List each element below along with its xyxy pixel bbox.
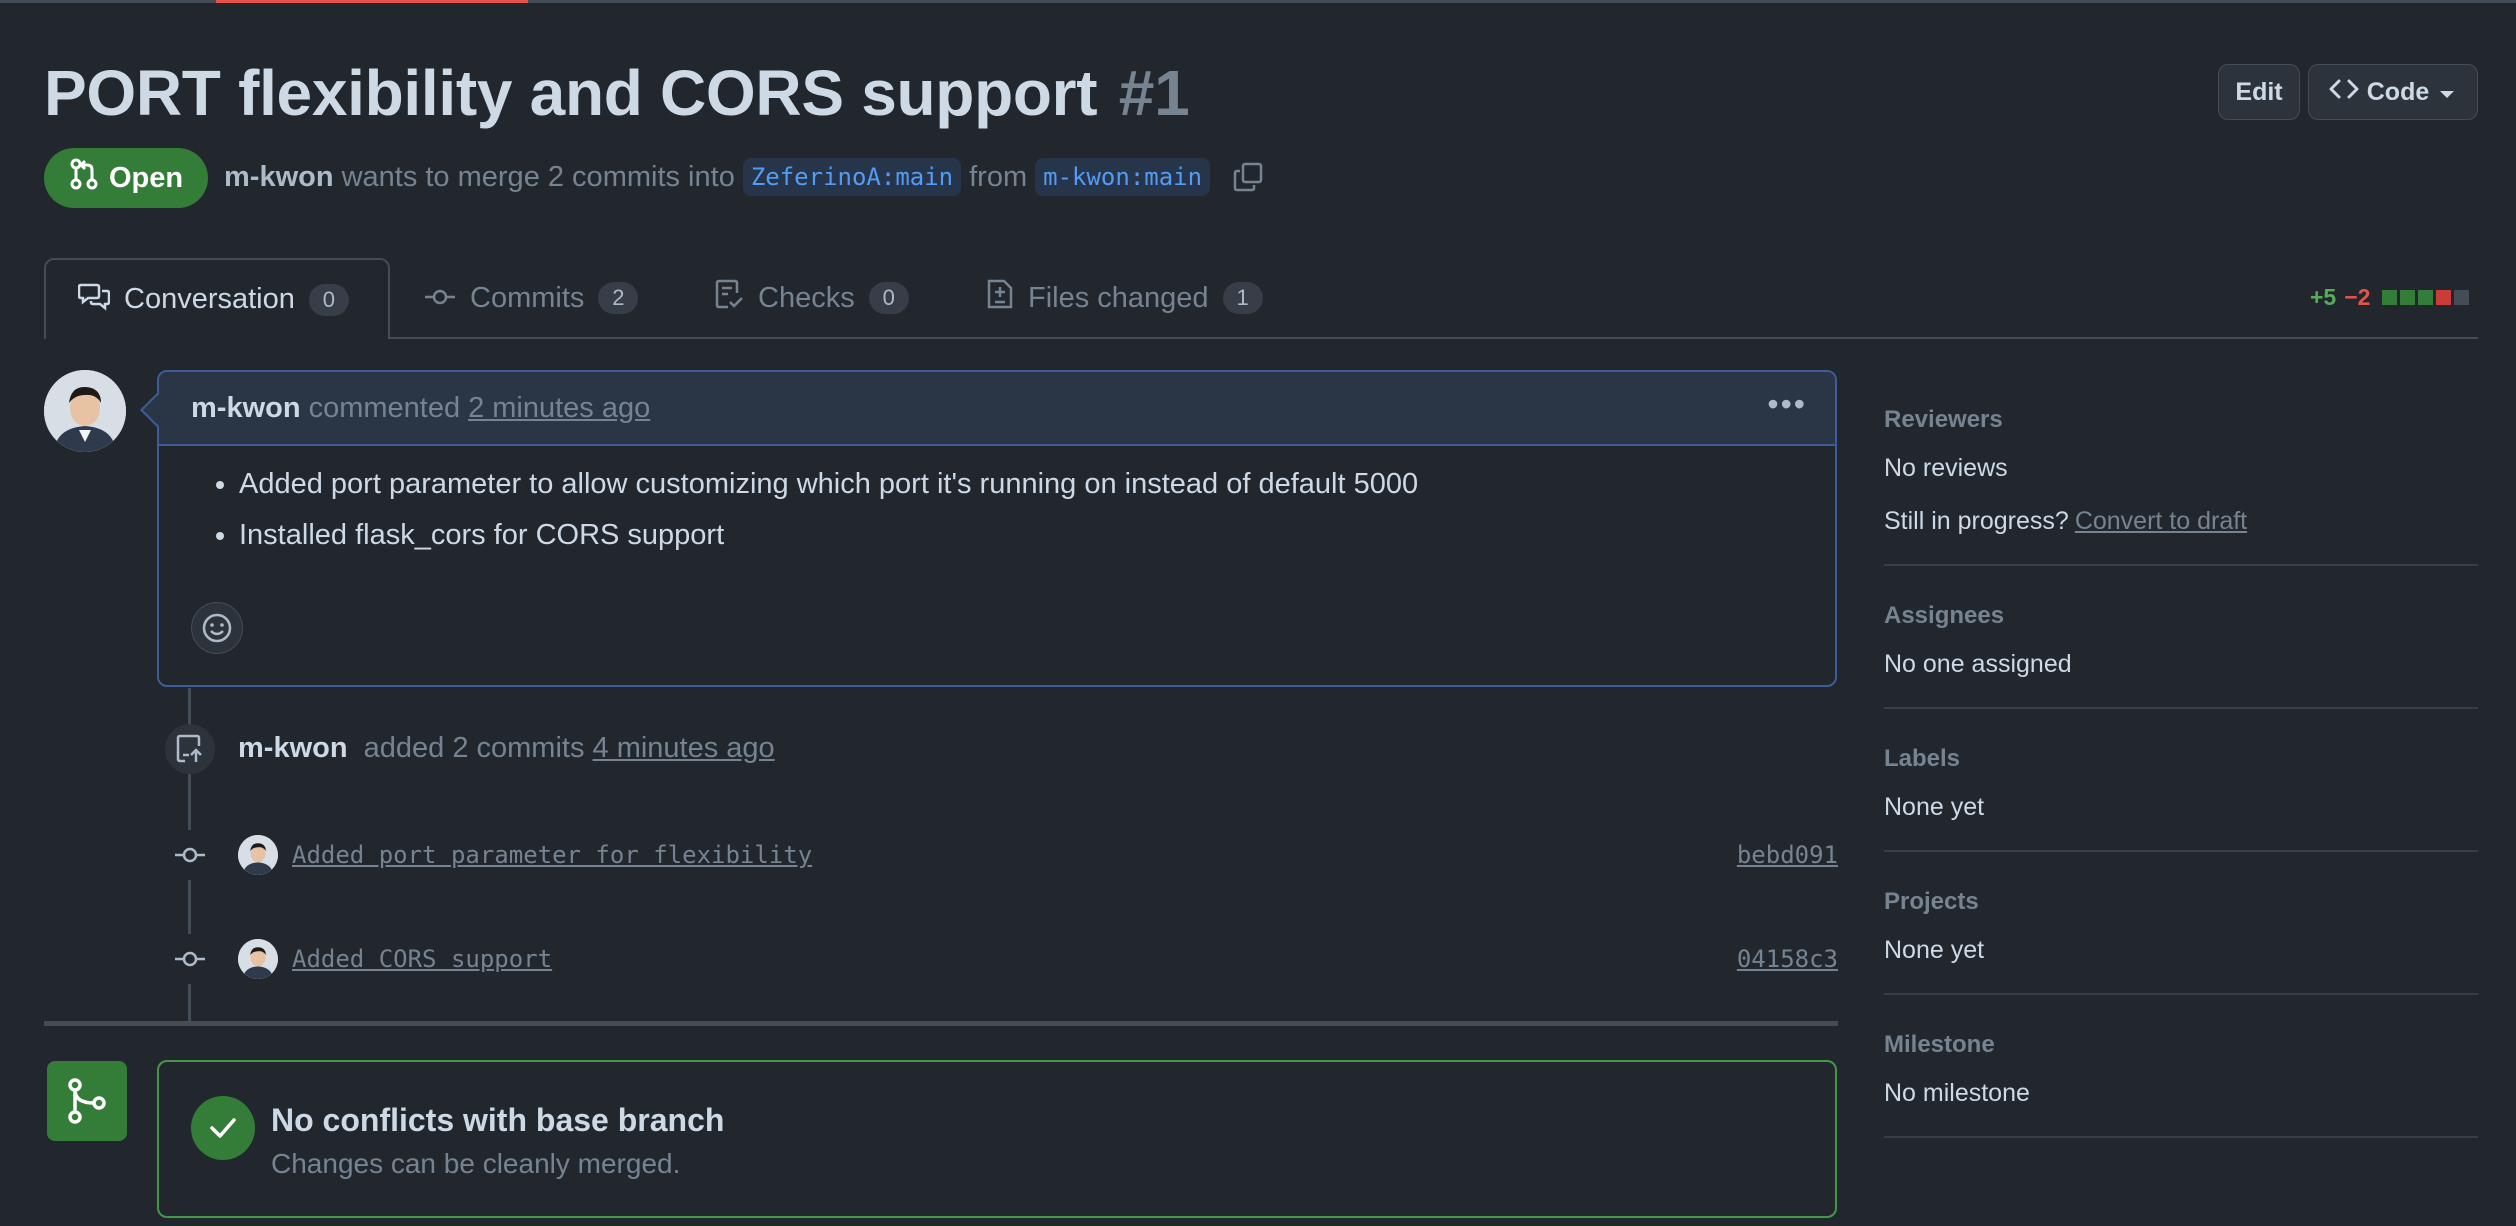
- status-badge: Open: [44, 148, 208, 208]
- event-action: added 2 commits: [363, 732, 585, 764]
- diffstat-deletions: −2: [2344, 284, 2371, 310]
- tab-commits[interactable]: Commits 2: [392, 258, 670, 338]
- convert-to-draft-link[interactable]: Convert to draft: [2075, 507, 2247, 535]
- repo-push-icon: [165, 724, 215, 774]
- avatar[interactable]: [238, 939, 278, 979]
- git-commit-icon: [165, 830, 215, 880]
- tab-label: Conversation: [124, 283, 295, 315]
- projects-value: None yet: [1884, 936, 1985, 964]
- tab-counter: 2: [598, 282, 639, 314]
- diffstat-blocks: [2382, 290, 2470, 305]
- sidebar-projects: Projects None yet: [1884, 852, 2478, 995]
- pr-meta: m-kwon wants to merge 2 commits into Zef…: [224, 158, 1264, 196]
- comment-header: m-kwon commented 2 minutes ago: [159, 372, 1835, 446]
- sidebar-heading[interactable]: Assignees: [1884, 602, 2478, 630]
- timeline-divider: [44, 1021, 1838, 1026]
- labels-value: None yet: [1884, 793, 1985, 821]
- tab-checks[interactable]: Checks 0: [682, 258, 941, 338]
- edit-button[interactable]: Edit: [2218, 64, 2300, 120]
- list-item: Installed flask_cors for CORS support: [239, 519, 1803, 552]
- commit-message[interactable]: Added port parameter for flexibility: [292, 841, 812, 869]
- file-diff-icon: [986, 278, 1014, 318]
- sidebar-milestone: Milestone No milestone: [1884, 995, 2478, 1138]
- reviewers-value: No reviews: [1884, 454, 2008, 482]
- pr-number: #1: [1118, 57, 1190, 129]
- pr-author[interactable]: m-kwon: [224, 161, 334, 194]
- tab-counter: 1: [1222, 282, 1263, 314]
- sidebar-assignees: Assignees No one assigned: [1884, 566, 2478, 709]
- sidebar-heading[interactable]: Reviewers: [1884, 406, 2478, 434]
- diffstat-block-deleted: [2436, 290, 2452, 305]
- sidebar-reviewers: Reviewers No reviews Still in progress? C…: [1884, 370, 2478, 566]
- milestone-value: No milestone: [1884, 1079, 2030, 1107]
- diffstat[interactable]: +5 −2: [2310, 284, 2470, 311]
- commit-row: Added CORS support 04158c3: [238, 939, 1838, 979]
- code-button[interactable]: Code: [2308, 64, 2478, 120]
- checklist-icon: [714, 278, 744, 318]
- code-button-label: Code: [2366, 77, 2430, 106]
- git-commit-icon: [424, 282, 456, 315]
- base-branch[interactable]: ZeferinoA:main: [742, 158, 962, 196]
- draft-prompt: Still in progress? Convert to draft: [1884, 507, 2478, 536]
- top-accent-bar: [216, 0, 528, 3]
- page-title: PORT flexibility and CORS support #1: [44, 56, 1190, 130]
- diffstat-additions: +5: [2310, 284, 2337, 310]
- commit-sha[interactable]: bebd091: [1737, 841, 1838, 869]
- sidebar-heading[interactable]: Milestone: [1884, 1031, 2478, 1059]
- head-branch[interactable]: m-kwon:main: [1035, 158, 1211, 196]
- smiley-icon[interactable]: [191, 602, 243, 654]
- diffstat-block-added: [2382, 290, 2398, 305]
- merge-status-subtitle: Changes can be cleanly merged.: [271, 1148, 681, 1179]
- diffstat-block-added: [2400, 290, 2416, 305]
- commit-sha[interactable]: 04158c3: [1737, 945, 1838, 973]
- pr-title: PORT flexibility and CORS support: [44, 57, 1098, 129]
- timeline-event: m-kwon added 2 commits 4 minutes ago: [238, 732, 775, 765]
- event-author[interactable]: m-kwon: [238, 732, 348, 764]
- merge-text: wants to merge 2 commits into: [341, 160, 735, 193]
- status-label: Open: [108, 161, 184, 194]
- tab-label: Files changed: [1028, 281, 1209, 314]
- git-commit-icon: [165, 934, 215, 984]
- tab-label: Commits: [470, 281, 585, 314]
- commit-row: Added port parameter for flexibility beb…: [238, 835, 1838, 875]
- assignees-value: No one assigned: [1884, 650, 2072, 678]
- check-icon: [191, 1096, 255, 1160]
- tabs-divider: [44, 337, 2478, 339]
- diffstat-block-added: [2418, 290, 2434, 305]
- tab-label: Checks: [758, 281, 855, 314]
- copy-icon[interactable]: [1232, 161, 1264, 193]
- git-merge-icon: [47, 1061, 127, 1141]
- sidebar-labels: Labels None yet: [1884, 709, 2478, 852]
- tab-files-changed[interactable]: Files changed 1: [954, 258, 1295, 338]
- tab-conversation[interactable]: Conversation 0: [44, 258, 390, 339]
- event-time[interactable]: 4 minutes ago: [593, 732, 775, 764]
- comment-discussion-icon: [77, 281, 111, 319]
- merge-status-box: No conflicts with base branch Changes ca…: [157, 1060, 1837, 1218]
- git-pull-request-icon: [69, 158, 99, 198]
- sidebar-heading[interactable]: Labels: [1884, 745, 2478, 773]
- comment-action: commented: [308, 391, 461, 424]
- top-progress-line: [0, 0, 2516, 3]
- avatar[interactable]: [238, 835, 278, 875]
- tab-counter: 0: [868, 282, 909, 314]
- diffstat-block-neutral: [2454, 290, 2470, 305]
- sidebar-heading[interactable]: Projects: [1884, 888, 2478, 916]
- comment-body: Added port parameter to allow customizin…: [159, 446, 1835, 552]
- tab-counter: 0: [308, 283, 349, 316]
- comment-author[interactable]: m-kwon: [191, 392, 301, 425]
- avatar[interactable]: [44, 370, 126, 452]
- merge-status-title: No conflicts with base branch: [271, 1102, 725, 1138]
- progress-text: Still in progress?: [1884, 507, 2069, 535]
- code-icon: [2329, 78, 2359, 107]
- edit-button-label: Edit: [2235, 77, 2283, 106]
- caret-down-icon: [2437, 78, 2457, 107]
- commit-message[interactable]: Added CORS support: [292, 945, 552, 973]
- kebab-horizontal-icon[interactable]: •••: [1767, 388, 1807, 420]
- from-text: from: [969, 160, 1028, 193]
- comment-time[interactable]: 2 minutes ago: [468, 392, 650, 425]
- list-item: Added port parameter to allow customizin…: [239, 468, 1803, 501]
- sidebar: Reviewers No reviews Still in progress? C…: [1884, 370, 2478, 1138]
- comment-box: m-kwon commented 2 minutes ago ••• Added…: [140, 370, 1837, 687]
